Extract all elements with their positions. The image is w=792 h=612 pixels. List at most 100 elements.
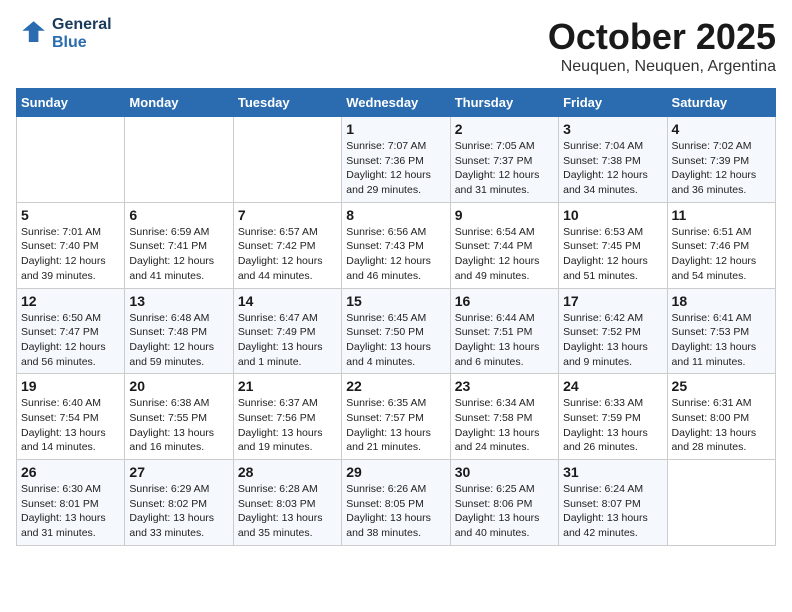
title-area: October 2025 Neuquen, Neuquen, Argentina (548, 16, 776, 76)
calendar-cell: 30 Sunrise: 6:25 AMSunset: 8:06 PMDayligh… (450, 460, 558, 546)
day-header-tuesday: Tuesday (233, 89, 341, 117)
day-info: Sunrise: 6:37 AMSunset: 7:56 PMDaylight:… (238, 396, 337, 455)
day-info: Sunrise: 6:25 AMSunset: 8:06 PMDaylight:… (455, 482, 554, 541)
calendar-cell: 15 Sunrise: 6:45 AMSunset: 7:50 PMDayligh… (342, 288, 450, 374)
day-info: Sunrise: 6:38 AMSunset: 7:55 PMDaylight:… (129, 396, 228, 455)
calendar-cell: 9 Sunrise: 6:54 AMSunset: 7:44 PMDaylight… (450, 202, 558, 288)
day-number: 30 (455, 464, 554, 480)
day-info: Sunrise: 6:48 AMSunset: 7:48 PMDaylight:… (129, 311, 228, 370)
calendar-cell: 10 Sunrise: 6:53 AMSunset: 7:45 PMDayligh… (559, 202, 667, 288)
day-number: 28 (238, 464, 337, 480)
logo: General Blue (16, 16, 112, 52)
calendar-cell: 25Sunrise: 6:31 AMSunset: 8:00 PMDayligh… (667, 374, 775, 460)
day-info: Sunrise: 6:47 AMSunset: 7:49 PMDaylight:… (238, 311, 337, 370)
calendar-cell: 8Sunrise: 6:56 AMSunset: 7:43 PMDaylight… (342, 202, 450, 288)
header: General Blue October 2025 Neuquen, Neuqu… (16, 16, 776, 76)
calendar-cell: 27 Sunrise: 6:29 AMSunset: 8:02 PMDayligh… (125, 460, 233, 546)
day-info: Sunrise: 6:35 AMSunset: 7:57 PMDaylight:… (346, 396, 445, 455)
day-info: Sunrise: 6:28 AMSunset: 8:03 PMDaylight:… (238, 482, 337, 541)
day-info: Sunrise: 6:34 AMSunset: 7:58 PMDaylight:… (455, 396, 554, 455)
day-info: Sunrise: 6:45 AMSunset: 7:50 PMDaylight:… (346, 311, 445, 370)
day-info: Sunrise: 6:44 AMSunset: 7:51 PMDaylight:… (455, 311, 554, 370)
day-header-friday: Friday (559, 89, 667, 117)
calendar-cell (233, 117, 341, 203)
day-number: 26 (21, 464, 120, 480)
day-header-saturday: Saturday (667, 89, 775, 117)
calendar-body: 1 Sunrise: 7:07 AMSunset: 7:36 PMDaylight… (17, 117, 776, 546)
calendar-cell: 20 Sunrise: 6:38 AMSunset: 7:55 PMDayligh… (125, 374, 233, 460)
day-number: 11 (672, 207, 771, 223)
day-number: 23 (455, 378, 554, 394)
calendar-cell: 1 Sunrise: 7:07 AMSunset: 7:36 PMDaylight… (342, 117, 450, 203)
day-header-thursday: Thursday (450, 89, 558, 117)
day-number: 31 (563, 464, 662, 480)
day-info: Sunrise: 6:33 AMSunset: 7:59 PMDaylight:… (563, 396, 662, 455)
day-number: 7 (238, 207, 337, 223)
day-number: 18 (672, 293, 771, 309)
day-number: 12 (21, 293, 120, 309)
calendar-cell: 19Sunrise: 6:40 AMSunset: 7:54 PMDayligh… (17, 374, 125, 460)
day-number: 4 (672, 121, 771, 137)
day-number: 15 (346, 293, 445, 309)
day-info: Sunrise: 6:42 AMSunset: 7:52 PMDaylight:… (563, 311, 662, 370)
week-row-4: 19Sunrise: 6:40 AMSunset: 7:54 PMDayligh… (17, 374, 776, 460)
calendar-cell: 23 Sunrise: 6:34 AMSunset: 7:58 PMDayligh… (450, 374, 558, 460)
day-info: Sunrise: 6:51 AMSunset: 7:46 PMDaylight:… (672, 225, 771, 284)
day-info: Sunrise: 6:40 AMSunset: 7:54 PMDaylight:… (21, 396, 120, 455)
calendar-cell: 14 Sunrise: 6:47 AMSunset: 7:49 PMDayligh… (233, 288, 341, 374)
day-info: Sunrise: 6:53 AMSunset: 7:45 PMDaylight:… (563, 225, 662, 284)
day-header-sunday: Sunday (17, 89, 125, 117)
day-number: 22 (346, 378, 445, 394)
day-number: 24 (563, 378, 662, 394)
day-info: Sunrise: 7:02 AMSunset: 7:39 PMDaylight:… (672, 139, 771, 198)
calendar-table: SundayMondayTuesdayWednesdayThursdayFrid… (16, 88, 776, 546)
day-number: 14 (238, 293, 337, 309)
day-number: 9 (455, 207, 554, 223)
day-info: Sunrise: 6:29 AMSunset: 8:02 PMDaylight:… (129, 482, 228, 541)
calendar-cell: 22 Sunrise: 6:35 AMSunset: 7:57 PMDayligh… (342, 374, 450, 460)
calendar-cell: 2Sunrise: 7:05 AMSunset: 7:37 PMDaylight… (450, 117, 558, 203)
calendar-cell (17, 117, 125, 203)
day-info: Sunrise: 6:54 AMSunset: 7:44 PMDaylight:… (455, 225, 554, 284)
day-info: Sunrise: 6:57 AMSunset: 7:42 PMDaylight:… (238, 225, 337, 284)
week-row-5: 26 Sunrise: 6:30 AMSunset: 8:01 PMDayligh… (17, 460, 776, 546)
calendar-cell: 6Sunrise: 6:59 AMSunset: 7:41 PMDaylight… (125, 202, 233, 288)
logo-icon (16, 18, 48, 50)
day-info: Sunrise: 6:30 AMSunset: 8:01 PMDaylight:… (21, 482, 120, 541)
day-header-wednesday: Wednesday (342, 89, 450, 117)
week-row-2: 5Sunrise: 7:01 AMSunset: 7:40 PMDaylight… (17, 202, 776, 288)
calendar-cell: 21 Sunrise: 6:37 AMSunset: 7:56 PMDayligh… (233, 374, 341, 460)
day-info: Sunrise: 6:56 AMSunset: 7:43 PMDaylight:… (346, 225, 445, 284)
day-info: Sunrise: 7:07 AMSunset: 7:36 PMDaylight:… (346, 139, 445, 198)
day-info: Sunrise: 6:41 AMSunset: 7:53 PMDaylight:… (672, 311, 771, 370)
calendar-cell: 3Sunrise: 7:04 AMSunset: 7:38 PMDaylight… (559, 117, 667, 203)
calendar-cell: 13Sunrise: 6:48 AMSunset: 7:48 PMDayligh… (125, 288, 233, 374)
day-info: Sunrise: 6:31 AMSunset: 8:00 PMDaylight:… (672, 396, 771, 455)
calendar-header-row: SundayMondayTuesdayWednesdayThursdayFrid… (17, 89, 776, 117)
day-info: Sunrise: 6:26 AMSunset: 8:05 PMDaylight:… (346, 482, 445, 541)
calendar-cell: 4 Sunrise: 7:02 AMSunset: 7:39 PMDaylight… (667, 117, 775, 203)
day-number: 1 (346, 121, 445, 137)
calendar-cell: 5Sunrise: 7:01 AMSunset: 7:40 PMDaylight… (17, 202, 125, 288)
day-info: Sunrise: 6:24 AMSunset: 8:07 PMDaylight:… (563, 482, 662, 541)
week-row-3: 12 Sunrise: 6:50 AMSunset: 7:47 PMDayligh… (17, 288, 776, 374)
day-number: 17 (563, 293, 662, 309)
calendar-cell: 31 Sunrise: 6:24 AMSunset: 8:07 PMDayligh… (559, 460, 667, 546)
day-number: 10 (563, 207, 662, 223)
day-number: 21 (238, 378, 337, 394)
day-number: 29 (346, 464, 445, 480)
day-number: 6 (129, 207, 228, 223)
calendar-cell: 12 Sunrise: 6:50 AMSunset: 7:47 PMDayligh… (17, 288, 125, 374)
calendar-cell: 24 Sunrise: 6:33 AMSunset: 7:59 PMDayligh… (559, 374, 667, 460)
day-number: 2 (455, 121, 554, 137)
calendar-cell: 11 Sunrise: 6:51 AMSunset: 7:46 PMDayligh… (667, 202, 775, 288)
day-number: 27 (129, 464, 228, 480)
calendar-cell: 18 Sunrise: 6:41 AMSunset: 7:53 PMDayligh… (667, 288, 775, 374)
month-title: October 2025 (548, 16, 776, 58)
day-number: 20 (129, 378, 228, 394)
day-info: Sunrise: 6:50 AMSunset: 7:47 PMDaylight:… (21, 311, 120, 370)
day-info: Sunrise: 7:04 AMSunset: 7:38 PMDaylight:… (563, 139, 662, 198)
calendar-cell: 7 Sunrise: 6:57 AMSunset: 7:42 PMDaylight… (233, 202, 341, 288)
logo-text: General Blue (52, 16, 112, 52)
day-number: 5 (21, 207, 120, 223)
